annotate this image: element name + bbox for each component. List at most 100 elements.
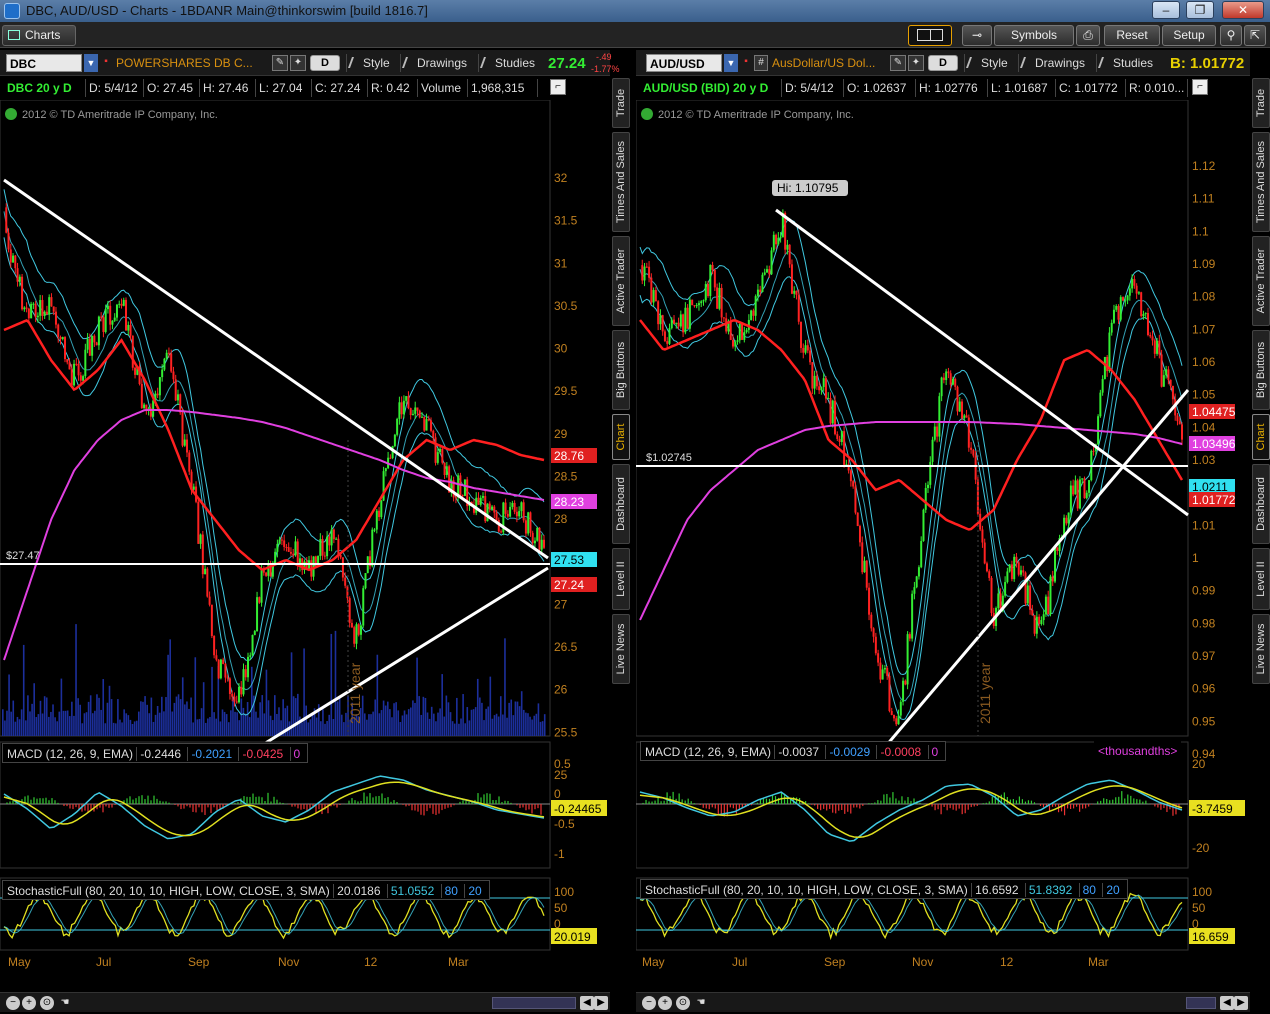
price-axis-label: 25.5 bbox=[554, 725, 578, 739]
side-tab-big-buttons[interactable]: Big Buttons bbox=[612, 330, 630, 410]
right-aggregation-button[interactable]: D bbox=[928, 55, 958, 71]
left-scrollbar[interactable] bbox=[492, 997, 576, 1009]
volume-bar bbox=[108, 685, 111, 736]
link-button[interactable]: ⊸ bbox=[962, 25, 992, 46]
right-studies-menu[interactable]: Studies bbox=[1096, 54, 1166, 72]
candle-body bbox=[924, 487, 927, 510]
right-hash-icon[interactable]: # bbox=[754, 55, 768, 71]
right-chart-canvas[interactable]: 1.12 1.11 1.1 1.09 1.08 1.07 1.06 1.05 1.04 1.03 1… bbox=[636, 100, 1250, 1014]
right-info-close: C: 1.01772 bbox=[1056, 79, 1126, 97]
volume-bar bbox=[135, 720, 138, 736]
volume-bar bbox=[104, 723, 107, 736]
candle-body bbox=[543, 539, 545, 548]
candle-body bbox=[1137, 292, 1140, 294]
left-scroll-right-icon[interactable]: ▶ bbox=[594, 996, 608, 1010]
side-tab-trade[interactable]: Trade bbox=[1252, 78, 1270, 128]
candle-body bbox=[854, 486, 857, 513]
side-tab-live-news[interactable]: Live News bbox=[1252, 614, 1270, 684]
volume-bar bbox=[499, 696, 502, 736]
volume-bar bbox=[43, 696, 46, 736]
right-info-date: D: 5/4/12 bbox=[782, 79, 844, 97]
right-scroll-left-icon[interactable]: ◀ bbox=[1220, 996, 1234, 1010]
charts-tab[interactable]: Charts bbox=[2, 25, 76, 46]
left-style-menu[interactable]: Style bbox=[346, 54, 398, 72]
candle-body bbox=[488, 503, 491, 510]
left-zoom-in-icon[interactable]: + bbox=[22, 996, 36, 1010]
right-scroll-right-icon[interactable]: ▶ bbox=[1234, 996, 1248, 1010]
side-tab-label: Trade bbox=[1255, 88, 1267, 118]
side-tab-chart[interactable]: Chart bbox=[1252, 414, 1270, 460]
side-tab-times-and-sales[interactable]: Times And Sales bbox=[612, 132, 630, 232]
left-symbol-dropdown-icon[interactable]: ▼ bbox=[84, 54, 98, 72]
right-hand-icon[interactable]: ☚ bbox=[694, 996, 708, 1010]
right-style-menu[interactable]: Style bbox=[964, 54, 1016, 72]
side-tab-level-ii[interactable]: Level II bbox=[1252, 548, 1270, 610]
left-draw-icon[interactable]: ✎ bbox=[272, 55, 288, 71]
symbols-button[interactable]: Symbols bbox=[994, 25, 1074, 46]
right-drawings-menu[interactable]: Drawings bbox=[1018, 54, 1094, 72]
left-symbol-input[interactable]: DBC bbox=[6, 54, 82, 72]
right-symbol-dropdown-icon[interactable]: ▼ bbox=[724, 54, 738, 72]
setup-button[interactable]: Setup bbox=[1162, 25, 1216, 46]
candle-body bbox=[122, 299, 125, 306]
expand-button[interactable]: ⇱ bbox=[1244, 25, 1266, 46]
left-chart-settings-icon[interactable]: ⌐ bbox=[550, 79, 566, 95]
candle-body bbox=[1044, 596, 1047, 615]
side-tab-dashboard[interactable]: Dashboard bbox=[612, 464, 630, 544]
candle-body bbox=[1065, 517, 1068, 524]
side-tab-level-ii[interactable]: Level II bbox=[612, 548, 630, 610]
right-zoom-out-icon[interactable]: − bbox=[642, 996, 656, 1010]
side-tab-active-trader[interactable]: Active Trader bbox=[1252, 236, 1270, 326]
minimize-button[interactable]: – bbox=[1152, 1, 1180, 19]
volume-bar bbox=[525, 712, 527, 736]
reset-button[interactable]: Reset bbox=[1104, 25, 1160, 46]
print-button[interactable]: ⎙ bbox=[1076, 25, 1100, 46]
left-link-icon[interactable]: ▪ bbox=[100, 55, 112, 71]
left-zoom-reset-icon[interactable]: ⊙ bbox=[40, 996, 54, 1010]
left-zoom-out-icon[interactable]: − bbox=[6, 996, 20, 1010]
side-tab-active-trader[interactable]: Active Trader bbox=[612, 236, 630, 326]
candle-body bbox=[1008, 564, 1011, 572]
side-tab-live-news[interactable]: Live News bbox=[612, 614, 630, 684]
right-zoom-in-icon[interactable]: + bbox=[658, 996, 672, 1010]
left-studies-menu[interactable]: Studies bbox=[478, 54, 544, 72]
right-chart-settings-icon[interactable]: ⌐ bbox=[1192, 79, 1208, 95]
candle-body bbox=[127, 324, 130, 331]
left-wrench-icon[interactable]: ✦ bbox=[290, 55, 306, 71]
grid-layout-button[interactable] bbox=[908, 25, 952, 46]
volume-bar bbox=[311, 714, 314, 736]
side-tab-times-and-sales[interactable]: Times And Sales bbox=[1252, 132, 1270, 232]
right-draw-icon[interactable]: ✎ bbox=[890, 55, 906, 71]
right-symbol-input[interactable]: AUD/USD bbox=[646, 54, 722, 72]
side-tab-trade[interactable]: Trade bbox=[612, 78, 630, 128]
restore-button[interactable]: ❐ bbox=[1186, 1, 1214, 19]
side-tab-dashboard[interactable]: Dashboard bbox=[1252, 464, 1270, 544]
stochastic-axis-label: 100 bbox=[554, 885, 574, 899]
candle-body bbox=[1013, 556, 1016, 580]
volume-bar bbox=[445, 695, 448, 736]
side-tab-chart[interactable]: Chart bbox=[612, 414, 630, 460]
left-scroll-left-icon[interactable]: ◀ bbox=[580, 996, 594, 1010]
price-plot-frame bbox=[0, 100, 551, 737]
volume-bar bbox=[389, 709, 391, 736]
side-tab-big-buttons[interactable]: Big Buttons bbox=[1252, 330, 1270, 410]
left-aggregation-button[interactable]: D bbox=[310, 55, 340, 71]
volume-bar bbox=[171, 711, 174, 736]
candle-body bbox=[872, 628, 875, 637]
right-scrollbar[interactable] bbox=[1186, 997, 1216, 1009]
candle-body bbox=[927, 484, 930, 488]
close-button[interactable]: ✕ bbox=[1222, 1, 1264, 19]
pin-button[interactable]: ⚲ bbox=[1220, 25, 1242, 46]
right-wrench-icon[interactable]: ✦ bbox=[908, 55, 924, 71]
left-drawings-menu[interactable]: Drawings bbox=[400, 54, 476, 72]
candle-body bbox=[734, 341, 737, 347]
right-zoom-reset-icon[interactable]: ⊙ bbox=[676, 996, 690, 1010]
candle-body bbox=[228, 678, 231, 694]
left-hand-icon[interactable]: ☚ bbox=[58, 996, 72, 1010]
left-chart-canvas[interactable]: 3231.53130.53029.52928.52827.52726.52625… bbox=[0, 100, 610, 1014]
price-tag-text: 1.04475 bbox=[1192, 405, 1236, 419]
volume-bar bbox=[449, 712, 452, 736]
left-chart-panel: DBC ▼ ▪ POWERSHARES DB C... ✎ ✦ D Style … bbox=[0, 50, 620, 1014]
right-link-icon[interactable]: ▪ bbox=[740, 55, 752, 71]
candle-body bbox=[12, 255, 15, 263]
